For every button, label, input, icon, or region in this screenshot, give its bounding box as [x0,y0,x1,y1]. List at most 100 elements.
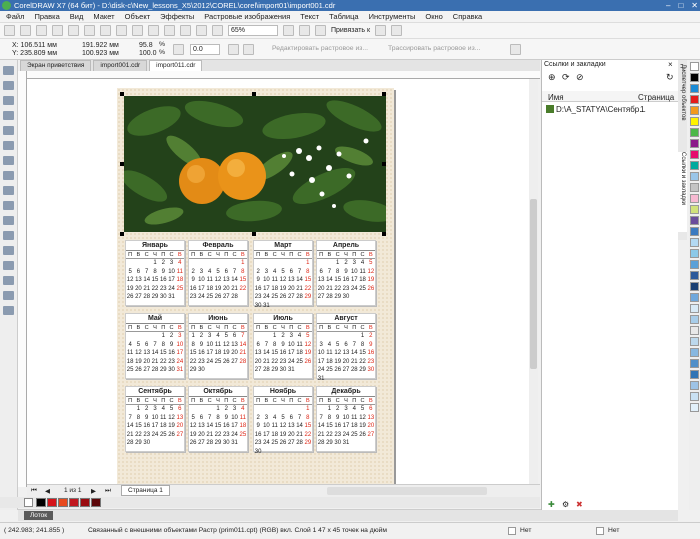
color-swatch[interactable] [690,271,699,280]
selection-handle[interactable] [120,92,124,96]
color-swatch[interactable] [690,359,699,368]
menu-item-4[interactable]: Объект [125,11,151,22]
list-item[interactable]: D:\A_STATYA\Сентябр... 1 [546,104,674,115]
color-swatch[interactable] [690,238,699,247]
tab-page-1[interactable]: Страница 1 [121,485,170,496]
color-swatch[interactable] [690,139,699,148]
horizontal-ruler[interactable] [27,71,540,79]
print-icon[interactable] [52,25,63,36]
fullscreen-icon[interactable] [212,25,223,36]
zoom-select[interactable]: 65% [228,25,278,36]
tab-import011[interactable]: import011.cdr [149,60,203,71]
update-icon[interactable]: ↻ [666,72,674,83]
color-swatch[interactable] [690,205,699,214]
tab-object-manager[interactable]: Диспетчер объектов [678,64,687,144]
undo-icon[interactable] [116,25,127,36]
paste-icon[interactable] [100,25,111,36]
color-swatch[interactable] [690,183,699,192]
palette-swatch[interactable] [91,498,101,507]
menu-item-3[interactable]: Макет [93,11,114,22]
crop-tool-icon[interactable] [3,96,14,105]
color-swatch[interactable] [690,249,699,258]
color-swatch[interactable] [690,150,699,159]
maximize-button[interactable]: □ [678,0,683,11]
show-grid-icon[interactable] [299,25,310,36]
color-swatch[interactable] [690,117,699,126]
color-swatch[interactable] [690,161,699,170]
trace-bitmap-button[interactable]: Трассировать растровое из... [388,45,480,52]
menu-item-0[interactable]: Файл [6,11,24,22]
cut-icon[interactable] [68,25,79,36]
zoom-tool-icon[interactable] [3,111,14,120]
snap-to-dropdown[interactable]: Привязать к [331,27,370,34]
palette-swatch[interactable] [69,498,79,507]
mirror-v-icon[interactable] [243,44,254,55]
link-settings-icon[interactable]: ⚙ [562,500,569,509]
selection-handle[interactable] [382,232,386,236]
pick-tool-icon[interactable] [3,66,14,75]
launch-icon[interactable] [391,25,403,36]
rotation-angle-field[interactable]: 0.0 [190,44,220,55]
color-swatch[interactable] [690,293,699,302]
menu-item-1[interactable]: Правка [34,11,59,22]
lock-ratio-icon[interactable] [173,44,184,55]
color-swatch[interactable] [690,95,699,104]
menu-item-2[interactable]: Вид [70,11,84,22]
connector-tool-icon[interactable] [3,231,14,240]
selection-handle[interactable] [252,92,256,96]
options-icon[interactable] [375,25,387,36]
add-bookmark-icon[interactable]: ✚ [548,500,555,509]
drop-shadow-tool-icon[interactable] [3,246,14,255]
selection-handle[interactable] [252,232,256,236]
new-icon[interactable] [4,25,15,36]
tab-links-bookmarks[interactable]: Ссылки и закладки [678,152,687,232]
minimize-button[interactable]: – [666,0,670,11]
color-swatch[interactable] [690,392,699,401]
mirror-h-icon[interactable] [228,44,239,55]
vertical-scrollbar-thumb[interactable] [530,199,537,369]
interactive-fill-tool-icon[interactable] [3,291,14,300]
edit-bitmap-button[interactable]: Редактировать растровое из... [272,45,368,52]
export-icon[interactable] [164,25,175,36]
import-icon[interactable] [148,25,159,36]
menu-item-9[interactable]: Инструменты [369,11,416,22]
first-page-icon[interactable]: ⏮ [31,487,37,495]
height-field[interactable]: 100.923 мм [80,49,128,60]
color-swatch[interactable] [690,315,699,324]
ellipse-tool-icon[interactable] [3,171,14,180]
scale-y-field[interactable]: 100.0 [137,49,159,60]
selection-handle[interactable] [120,232,124,236]
docker-close-icon[interactable]: × [668,60,673,69]
freehand-tool-icon[interactable] [3,126,14,135]
eyedropper-tool-icon[interactable] [3,276,14,285]
vertical-ruler[interactable] [18,71,27,487]
color-swatch[interactable] [690,106,699,115]
color-swatch[interactable] [690,194,699,203]
break-link-icon[interactable]: ⊘ [576,72,584,83]
menu-item-11[interactable]: Справка [453,11,482,22]
transparency-tool-icon[interactable] [3,261,14,270]
color-swatch[interactable] [690,227,699,236]
refresh-links-icon[interactable]: ⟳ [562,72,570,83]
no-color-swatch[interactable] [24,498,33,507]
color-swatch[interactable] [690,337,699,346]
delete-bookmark-icon[interactable]: ✖ [576,500,583,509]
tab-import001[interactable]: import001.cdr [93,60,148,71]
tab-welcome[interactable]: Экран приветствия [20,60,92,71]
color-swatch[interactable] [690,84,699,93]
menu-item-8[interactable]: Таблица [329,11,358,22]
tray-tab[interactable]: Лоток [24,511,54,520]
color-swatch[interactable] [690,216,699,225]
color-swatch[interactable] [690,172,699,181]
text-tool-icon[interactable] [3,201,14,210]
parallel-dimension-tool-icon[interactable] [3,216,14,225]
save-icon[interactable] [36,25,47,36]
color-swatch[interactable] [690,348,699,357]
last-page-icon[interactable]: ⏭ [105,487,111,495]
color-swatch[interactable] [690,403,699,412]
show-guides-icon[interactable] [315,25,326,36]
color-swatch[interactable] [690,260,699,269]
selection-handle[interactable] [382,162,386,166]
link-icon[interactable]: ⊕ [548,72,556,83]
oranges-photo[interactable] [124,96,386,232]
